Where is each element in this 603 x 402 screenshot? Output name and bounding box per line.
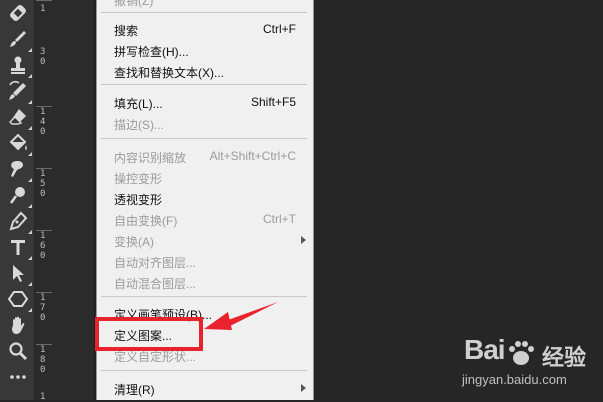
ruler-mark: 0 xyxy=(40,189,46,199)
shape-icon[interactable] xyxy=(7,288,32,312)
menu-item-label: 透视变形 xyxy=(114,193,163,207)
pen-icon[interactable] xyxy=(7,210,32,234)
smudge-icon[interactable] xyxy=(7,158,32,182)
ruler-mark: 1 xyxy=(40,345,46,355)
brush-icon[interactable] xyxy=(7,28,32,52)
menu-item-puppet-warp[interactable]: 操控变形 xyxy=(97,166,313,188)
history-brush-icon[interactable] xyxy=(7,80,32,104)
menu-separator xyxy=(101,138,307,139)
paw-icon xyxy=(509,341,534,365)
ruler-mark: 0 xyxy=(40,251,46,261)
menu-item-label: 自动对齐图层... xyxy=(114,256,197,270)
paint-bucket-icon[interactable] xyxy=(7,132,32,156)
watermark-url: jingyan.baidu.com xyxy=(462,372,567,387)
watermark-brand: Bai xyxy=(464,334,506,365)
menu-item-undo[interactable]: 撤销(Z) xyxy=(97,0,313,10)
menu-separator xyxy=(101,370,307,371)
ruler-mark: 3 xyxy=(40,47,46,57)
annotation-highlight-box xyxy=(95,317,203,351)
menu-item-search[interactable]: 搜索 Ctrl+F xyxy=(97,18,313,40)
ruler-mark: 4 xyxy=(40,117,46,127)
zoom-icon[interactable] xyxy=(7,340,29,362)
tools-panel xyxy=(0,0,35,400)
menu-item-content-aware-scale[interactable]: 内容识别缩放 Alt+Shift+Ctrl+C xyxy=(97,145,313,167)
ruler-mark: 1 xyxy=(40,107,46,117)
menu-item-label: 操控变形 xyxy=(114,172,163,186)
menu-item-shortcut: Shift+F5 xyxy=(250,95,296,109)
vertical-ruler: 1 3 0 1 4 0 1 5 0 1 6 0 1 7 0 1 8 0 1 xyxy=(36,0,95,402)
submenu-arrow-icon xyxy=(301,384,306,392)
watermark-text: 经验 xyxy=(542,345,587,370)
ruler-mark: 0 xyxy=(40,313,46,323)
eraser-icon[interactable] xyxy=(7,106,32,130)
path-selection-icon[interactable] xyxy=(7,262,32,286)
menu-separator xyxy=(101,12,307,13)
healing-brush-icon[interactable] xyxy=(7,2,29,24)
hand-icon[interactable] xyxy=(7,314,29,336)
menu-item-label: 拼写检查(H)... xyxy=(114,45,189,59)
more-tools-icon[interactable] xyxy=(7,366,29,388)
menu-separator xyxy=(101,84,307,85)
menu-item-label: 变换(A) xyxy=(114,235,154,249)
ruler-mark: 0 xyxy=(40,57,46,67)
clone-stamp-icon[interactable] xyxy=(7,54,32,78)
menu-item-fill[interactable]: 填充(L)... Shift+F5 xyxy=(97,91,313,113)
menu-item-shortcut: Ctrl+T xyxy=(263,212,296,226)
annotation-arrow-icon xyxy=(204,302,278,330)
menu-item-perspective-warp[interactable]: 透视变形 xyxy=(97,187,313,209)
menu-item-label: 搜索 xyxy=(114,24,139,38)
menu-item-label: 清理(R) xyxy=(114,383,155,397)
ruler-mark: 5 xyxy=(40,179,46,189)
submenu-arrow-icon xyxy=(301,236,306,244)
baidu-jingyan-watermark: Bai 经验 jingyan.baidu.com xyxy=(450,334,600,394)
ruler-mark: 8 xyxy=(40,355,46,365)
menu-item-shortcut: Ctrl+F xyxy=(263,22,296,36)
menu-item-label: 描边(S)... xyxy=(114,118,164,132)
ruler-mark: 6 xyxy=(40,241,46,251)
menu-item-label: 查找和替换文本(X)... xyxy=(114,66,224,80)
menu-item-label: 内容识别缩放 xyxy=(114,151,187,165)
ruler-mark: 1 xyxy=(40,392,46,402)
menu-item-stroke[interactable]: 描边(S)... xyxy=(97,112,313,134)
ruler-mark: 1 xyxy=(40,4,46,14)
ruler-mark: 1 xyxy=(40,169,46,179)
menu-item-auto-align-layers[interactable]: 自动对齐图层... xyxy=(97,250,313,272)
menu-item-label: 自动混合图层... xyxy=(114,277,197,291)
menu-item-label: 填充(L)... xyxy=(114,97,163,111)
menu-item-shortcut: Alt+Shift+Ctrl+C xyxy=(209,149,296,163)
ruler-mark: 7 xyxy=(40,303,46,313)
menu-item-auto-blend-layers[interactable]: 自动混合图层... xyxy=(97,271,313,293)
ruler-mark: 1 xyxy=(40,293,46,303)
dodge-icon[interactable] xyxy=(7,184,32,208)
type-icon[interactable] xyxy=(7,236,32,260)
menu-item-transform[interactable]: 变换(A) xyxy=(97,229,313,251)
menu-item-free-transform[interactable]: 自由变换(F) Ctrl+T xyxy=(97,208,313,230)
menu-item-label: 撤销(Z) xyxy=(114,0,154,8)
ruler-mark: 0 xyxy=(40,127,46,137)
menu-item-purge[interactable]: 清理(R) xyxy=(97,377,313,399)
menu-item-find-replace[interactable]: 查找和替换文本(X)... xyxy=(97,60,313,82)
menu-item-label: 自由变换(F) xyxy=(114,214,178,228)
menu-item-spell-check[interactable]: 拼写检查(H)... xyxy=(97,39,313,61)
ruler-mark: 1 xyxy=(40,231,46,241)
ruler-mark: 0 xyxy=(40,365,46,375)
